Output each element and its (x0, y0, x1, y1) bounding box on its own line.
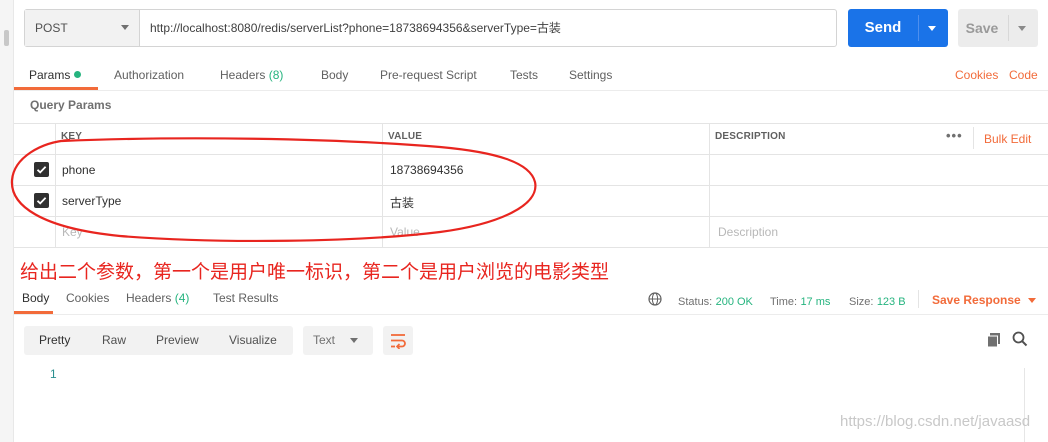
save-response-label: Save Response (932, 293, 1021, 307)
caret-down-icon (350, 338, 358, 343)
view-visualize[interactable]: Visualize (229, 326, 277, 355)
copy-icon[interactable] (986, 332, 1002, 348)
response-tab-cookies[interactable]: Cookies (66, 291, 109, 305)
time-value: 17 ms (800, 296, 831, 308)
search-icon[interactable] (1012, 331, 1028, 347)
format-select[interactable]: Text (303, 326, 373, 355)
wrap-lines-button[interactable] (383, 326, 413, 355)
view-mode-group: Pretty Raw Preview Visualize (24, 326, 293, 355)
size-label: Size: (849, 296, 874, 308)
annotation-circle (10, 137, 537, 243)
status-value: 200 OK (715, 296, 753, 308)
size-value: 123 B (876, 296, 906, 308)
format-label: Text (313, 333, 336, 347)
save-response-button[interactable]: Save Response (932, 293, 1037, 307)
watermark: https://blog.csdn.net/javaasd (840, 413, 1031, 430)
line-number: 1 (50, 367, 57, 381)
caret-down-icon (1028, 298, 1037, 303)
response-tab-test-results[interactable]: Test Results (213, 291, 278, 305)
response-tab-headers-label: Headers (126, 291, 172, 305)
wrap-lines-icon (391, 334, 406, 349)
view-raw[interactable]: Raw (102, 326, 126, 355)
view-pretty[interactable]: Pretty (39, 326, 70, 355)
response-tab-headers[interactable]: Headers (4) (126, 291, 189, 305)
status-label: Status: (678, 296, 713, 308)
view-preview[interactable]: Preview (156, 326, 199, 355)
response-tabs-divider (14, 314, 1048, 315)
status-divider (918, 290, 919, 308)
time-info: Time: 17 ms (770, 294, 830, 308)
status-info: Status: 200 OK (678, 294, 753, 308)
response-tab-headers-count: (4) (174, 291, 190, 305)
time-label: Time: (770, 296, 798, 308)
globe-icon[interactable] (648, 292, 662, 306)
response-tab-body[interactable]: Body (22, 291, 49, 305)
annotation-text: 给出二个参数，第一个是用户唯一标识，第二个是用户浏览的电影类型 (20, 261, 610, 283)
size-info: Size: 123 B (849, 294, 906, 308)
response-scrollbar[interactable] (1024, 368, 1025, 442)
